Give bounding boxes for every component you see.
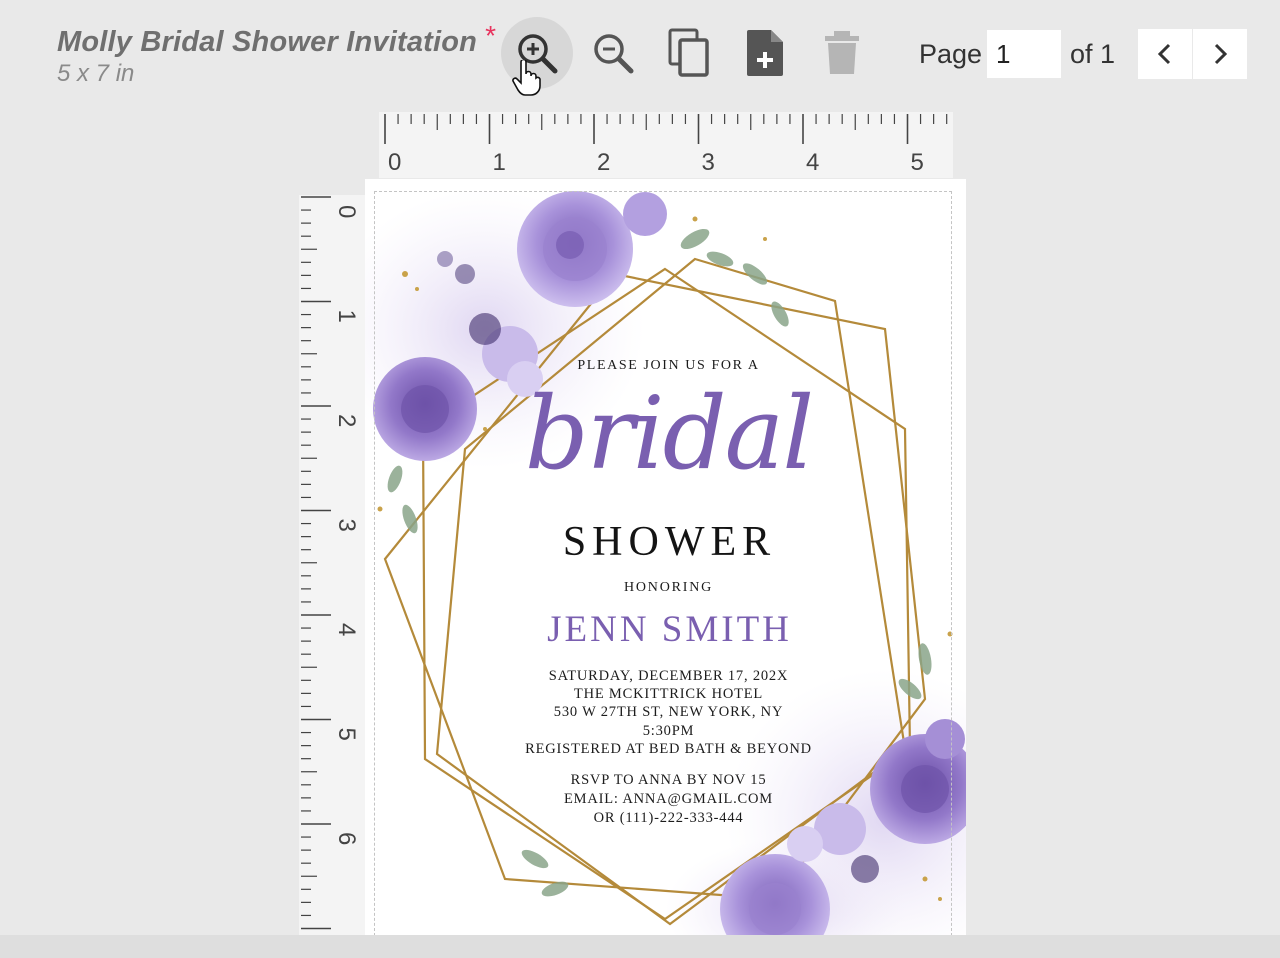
duplicate-page-icon [668,28,709,77]
add-page-button[interactable] [730,17,802,89]
add-page-icon [747,30,783,76]
invitation-honoring[interactable]: HONORING [368,580,966,596]
invitation-script-title[interactable]: bridal [368,375,966,492]
invitation-honoree-name[interactable]: JENN SMITH [369,608,966,651]
invitation-title[interactable]: SHOWER [369,518,966,566]
zoom-out-icon [594,34,634,74]
invitation-detail-line[interactable]: 5:30PM [368,723,966,740]
document-size: 5 x 7 in [57,60,135,87]
page-count-label: of 1 [1070,39,1116,69]
delete-page-button[interactable] [806,17,878,89]
ruler-label: 6 [333,832,360,845]
invitation-detail-line[interactable]: REGISTERED AT BED BATH & BEYOND [368,741,966,758]
invitation-intro[interactable]: PLEASE JOIN US FOR A [368,358,966,374]
hand-cursor-icon [512,60,541,96]
ruler-label: 1 [493,149,506,176]
invitation-rsvp-line[interactable]: RSVP TO ANNA BY NOV 15 [368,772,966,789]
invitation-rsvp-line[interactable]: EMAIL: ANNA@GMAIL.COM [368,791,966,808]
chevron-left-icon [1157,43,1171,65]
page-number-input[interactable] [987,30,1061,78]
ruler-label: 0 [388,149,401,176]
bottom-bar [0,935,1280,958]
horizontal-ruler: 0 1 2 3 4 5 [379,112,953,178]
duplicate-page-button[interactable] [653,17,725,89]
delete-page-icon [825,31,859,74]
document-title: Molly Bridal Shower Invitation * [57,20,496,59]
invitation-detail-line[interactable]: SATURDAY, DECEMBER 17, 202X [368,668,966,685]
invitation-rsvp-line[interactable]: OR (111)-222-333-444 [368,810,966,827]
ruler-label: 5 [333,728,360,741]
vertical-ruler: 01234567 [299,195,365,950]
zoom-out-button[interactable] [577,17,649,89]
ruler-label: 3 [702,149,715,176]
ruler-label: 2 [333,414,360,427]
next-page-button[interactable] [1193,29,1247,79]
previous-page-button[interactable] [1138,29,1192,79]
ruler-label: 5 [911,149,924,176]
ruler-label: 2 [597,149,610,176]
invitation-detail-line[interactable]: 530 W 27TH ST, NEW YORK, NY [368,704,966,721]
document-title-text: Molly Bridal Shower Invitation [57,26,478,58]
ruler-label: 1 [333,310,360,323]
ruler-label: 4 [333,623,360,636]
chevron-right-icon [1214,43,1228,65]
required-marker: * [485,20,497,51]
invitation-canvas[interactable]: PLEASE JOIN US FOR A bridal SHOWER HONOR… [365,179,966,935]
ruler-label: 3 [333,519,360,532]
ruler-label: 4 [806,149,819,176]
ruler-label: 0 [333,205,360,218]
page-label: Page [919,39,983,69]
invitation-detail-line[interactable]: THE MCKITTRICK HOTEL [368,686,966,703]
